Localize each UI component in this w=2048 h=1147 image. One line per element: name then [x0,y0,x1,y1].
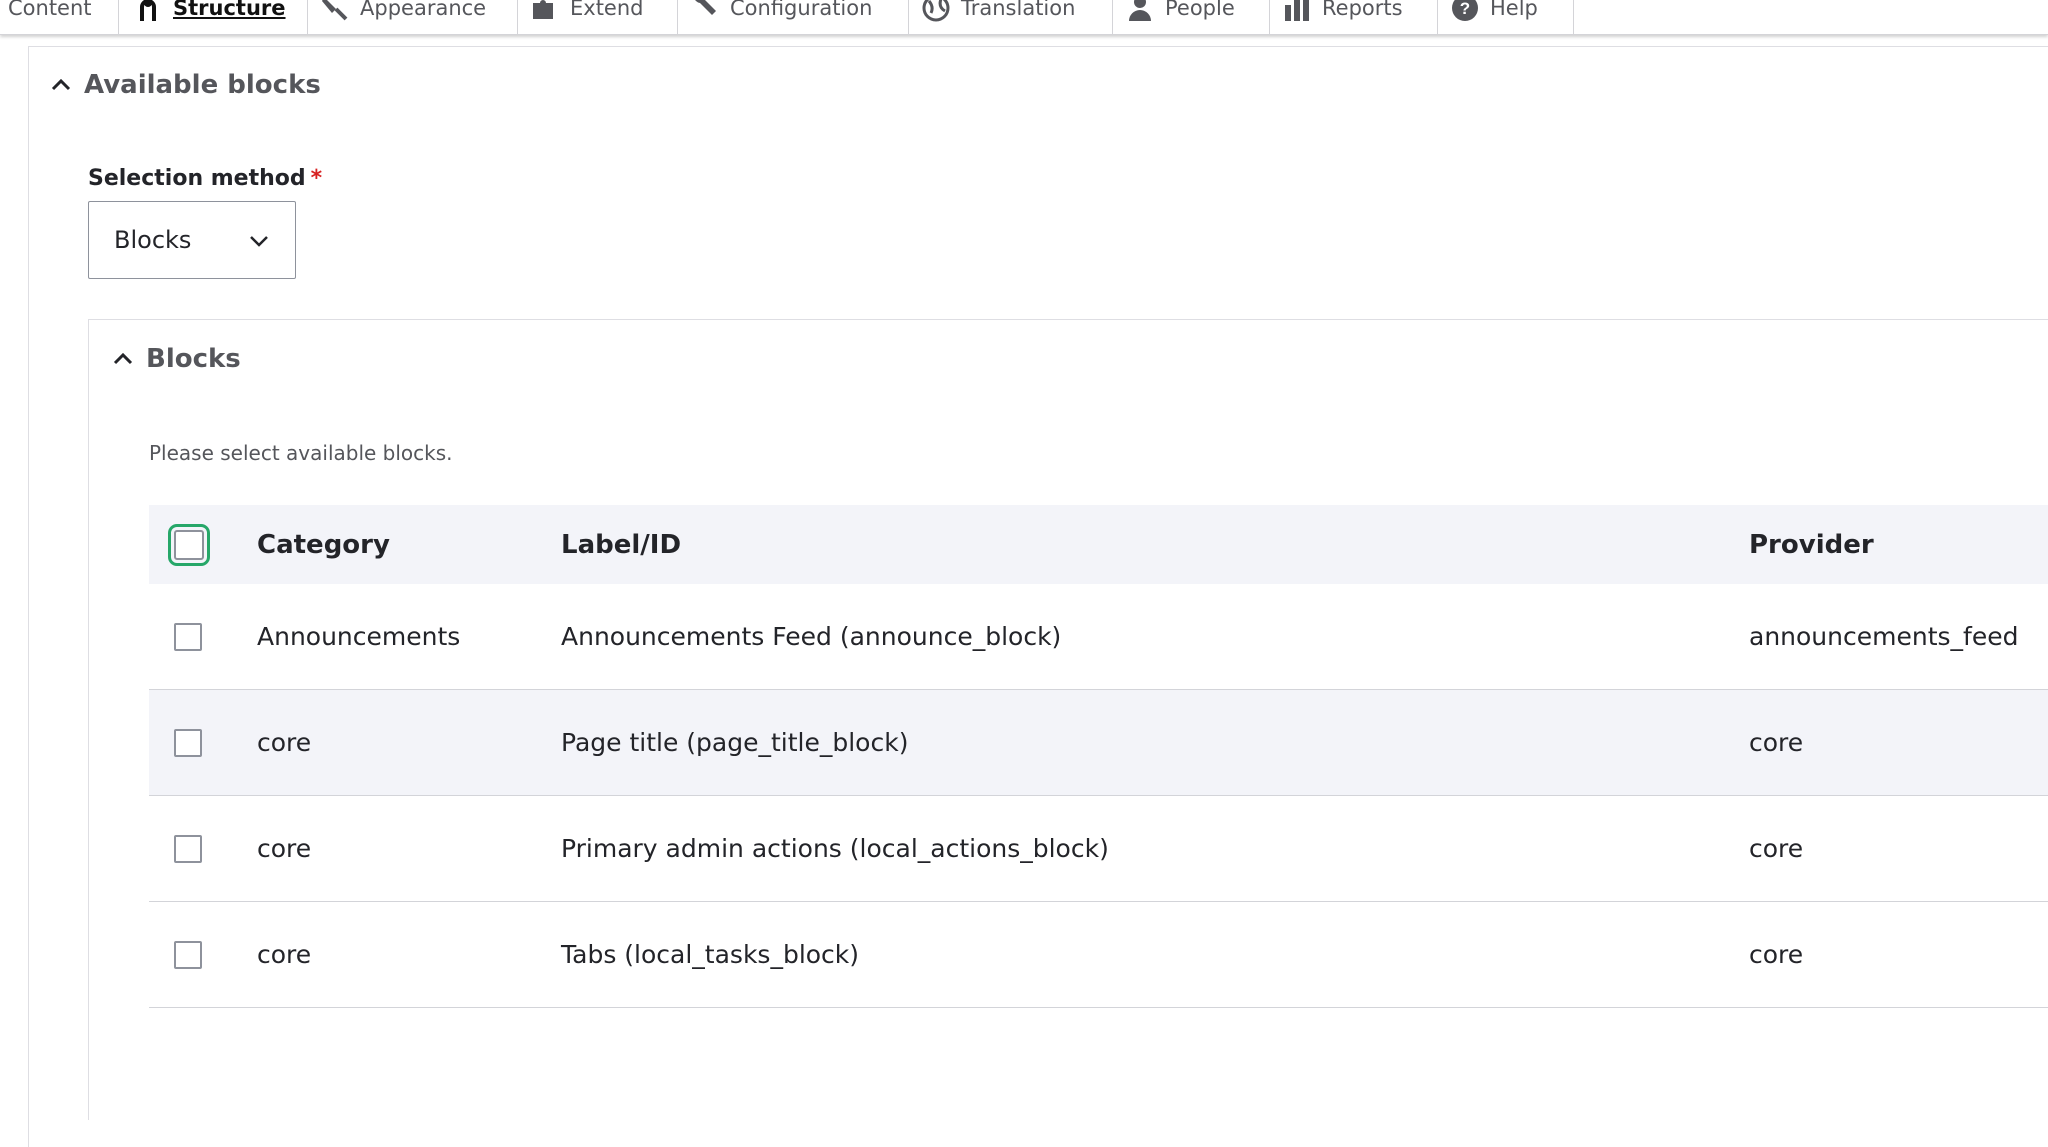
selection-method-label-text: Selection method [88,166,306,191]
chevron-up-icon [110,346,136,372]
table-row: core Page title (page_title_block) core [149,690,2048,796]
row-category: core [257,728,312,757]
row-checkbox[interactable] [174,728,202,757]
toolbar-item-label: Structure [173,0,286,20]
row-checkbox[interactable] [174,834,202,863]
select-all-checkbox[interactable] [168,523,210,566]
chevron-down-icon [247,229,271,253]
table-row: core Primary admin actions (local_action… [149,796,2048,902]
selection-method-label: Selection method * [88,166,322,191]
people-icon [1125,0,1155,23]
extend-puzzle-icon [530,0,560,23]
table-row: Announcements Announcements Feed (announ… [149,584,2048,690]
translation-globe-icon [921,0,951,23]
toolbar-item-label: Content [8,0,92,20]
header-provider: Provider [1749,529,1874,560]
toolbar-item-label: Appearance [360,0,487,20]
help-question-icon: ? [1450,0,1480,23]
svg-text:?: ? [1460,0,1470,18]
row-category: Announcements [257,622,461,651]
toolbar-item-label: People [1165,0,1235,20]
appearance-brush-icon [320,0,350,23]
reports-bars-icon [1282,0,1312,23]
blocks-summary[interactable]: Blocks [110,344,241,374]
row-checkbox[interactable] [174,940,202,969]
toolbar-item-people[interactable]: People [1113,0,1270,34]
toolbar-item-configuration[interactable]: Configuration [678,0,909,34]
row-label-id: Page title (page_title_block) [561,728,909,757]
toolbar-item-label: Help [1490,0,1538,20]
available-blocks-title: Available blocks [84,70,321,100]
toolbar-item-translation[interactable]: Translation [909,0,1113,34]
row-label-id: Announcements Feed (announce_block) [561,622,1062,651]
configuration-wrench-icon [690,0,720,23]
row-category: core [257,940,312,969]
row-checkbox[interactable] [174,622,202,651]
toolbar-item-content[interactable]: Content [0,0,119,34]
row-checkbox-cell [174,796,202,901]
row-checkbox-cell [174,690,202,795]
admin-toolbar-tray: Content Structure Appearance Extend Conf… [0,0,2048,35]
table-row: core Tabs (local_tasks_block) core [149,902,2048,1008]
row-category: core [257,834,312,863]
row-label-id: Primary admin actions (local_actions_blo… [561,834,1109,863]
header-checkbox-cell [168,505,210,584]
row-provider: announcements_feed [1749,622,2019,651]
header-category: Category [257,529,390,560]
toolbar-item-label: Reports [1322,0,1403,20]
row-checkbox-cell [174,584,202,689]
row-label-id: Tabs (local_tasks_block) [561,940,860,969]
required-marker: * [310,166,323,191]
available-blocks-summary[interactable]: Available blocks [48,70,321,100]
toolbar-item-extend[interactable]: Extend [518,0,678,34]
toolbar-item-structure[interactable]: Structure [119,0,308,34]
toolbar-item-label: Extend [570,0,644,20]
blocks-description: Please select available blocks. [149,441,453,465]
blocks-table: Category Label/ID Provider Announcements… [149,505,2048,1008]
row-provider: core [1749,940,1804,969]
structure-icon [133,0,163,23]
toolbar-item-reports[interactable]: Reports [1270,0,1438,34]
row-checkbox-cell [174,902,202,1007]
header-label-id: Label/ID [561,529,682,560]
row-provider: core [1749,728,1804,757]
blocks-title: Blocks [146,344,241,374]
toolbar-item-label: Translation [961,0,1076,20]
selection-method-value: Blocks [114,226,192,254]
row-provider: core [1749,834,1804,863]
table-header-row: Category Label/ID Provider [149,505,2048,584]
toolbar-item-help[interactable]: ? Help [1438,0,1574,34]
chevron-up-icon [48,72,74,98]
selection-method-select[interactable]: Blocks [88,201,296,279]
toolbar-item-label: Configuration [730,0,873,20]
toolbar-item-appearance[interactable]: Appearance [308,0,518,34]
